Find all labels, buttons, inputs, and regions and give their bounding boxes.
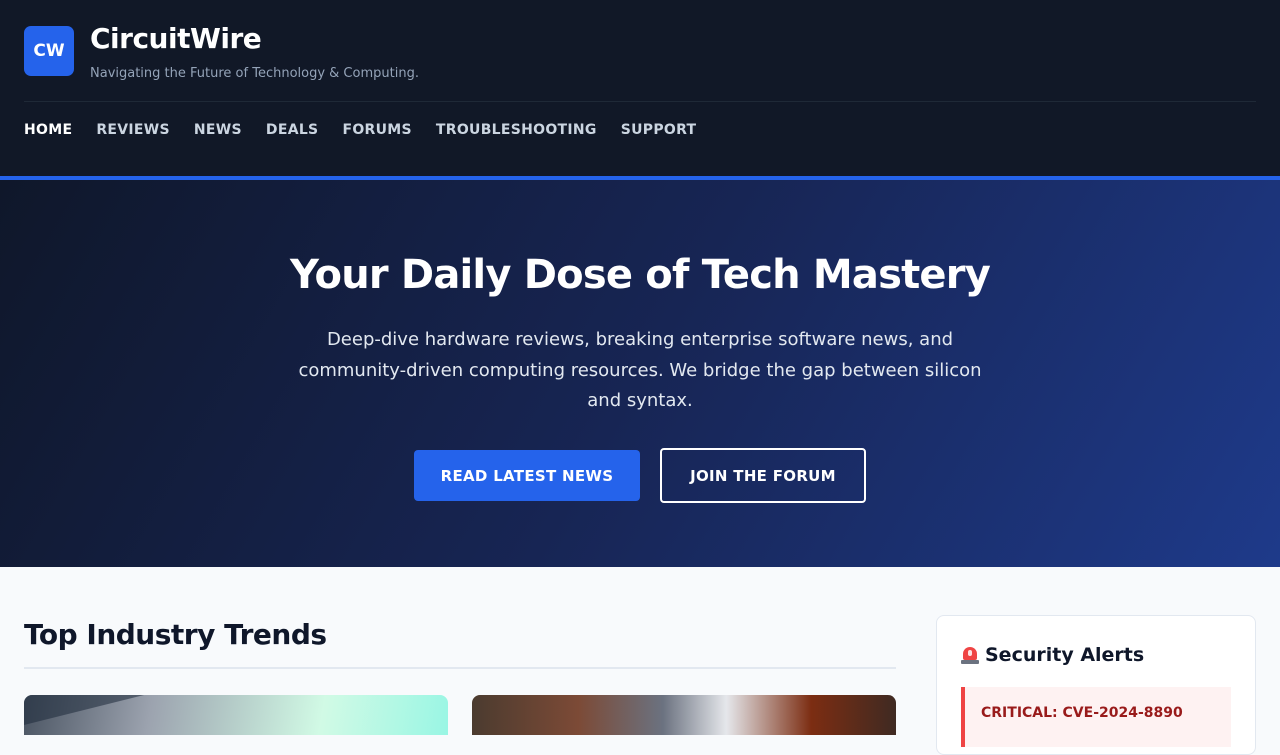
site-header: CW CircuitWire Navigating the Future of … bbox=[0, 0, 1280, 176]
section-divider bbox=[24, 667, 896, 669]
site-tagline: Navigating the Future of Technology & Co… bbox=[90, 66, 419, 81]
hero-section: Your Daily Dose of Tech Mastery Deep-div… bbox=[0, 180, 1280, 567]
nav-item-reviews[interactable]: REVIEWS bbox=[96, 122, 170, 138]
alert-label[interactable]: CRITICAL: CVE-2024-8890 bbox=[981, 705, 1183, 721]
hero-actions: READ LATEST NEWS JOIN THE FORUM bbox=[0, 448, 1280, 503]
nav-item-deals[interactable]: DEALS bbox=[266, 122, 319, 138]
nav-item-news[interactable]: NEWS bbox=[194, 122, 242, 138]
trends-section-title: Top Industry Trends bbox=[24, 618, 327, 651]
security-alerts-widget: Security Alerts CRITICAL: CVE-2024-8890 bbox=[936, 615, 1256, 755]
join-forum-button[interactable]: JOIN THE FORUM bbox=[660, 448, 866, 503]
brand: CW CircuitWire Navigating the Future of … bbox=[24, 22, 1256, 102]
card-image-overlay bbox=[24, 695, 144, 725]
hero-subtitle: Deep-dive hardware reviews, breaking ent… bbox=[298, 329, 982, 411]
hero-title: Your Daily Dose of Tech Mastery bbox=[290, 252, 991, 298]
trend-card-image[interactable] bbox=[24, 695, 448, 735]
main-nav: HOME REVIEWS NEWS DEALS FORUMS TROUBLESH… bbox=[24, 122, 696, 138]
site-title[interactable]: CircuitWire bbox=[90, 22, 262, 55]
nav-item-forums[interactable]: FORUMS bbox=[342, 122, 411, 138]
nav-item-home[interactable]: HOME bbox=[24, 122, 72, 138]
header-divider bbox=[24, 101, 1256, 102]
security-alerts-header: Security Alerts bbox=[961, 644, 1144, 666]
security-alerts-title: Security Alerts bbox=[985, 644, 1145, 666]
trend-card-image[interactable] bbox=[472, 695, 896, 735]
read-latest-news-button[interactable]: READ LATEST NEWS bbox=[414, 450, 640, 501]
logo[interactable]: CW bbox=[24, 26, 74, 76]
nav-item-troubleshooting[interactable]: TROUBLESHOOTING bbox=[436, 122, 597, 138]
nav-item-support[interactable]: SUPPORT bbox=[621, 122, 697, 138]
alert-item[interactable]: CRITICAL: CVE-2024-8890 bbox=[961, 687, 1231, 747]
siren-icon bbox=[961, 645, 979, 665]
